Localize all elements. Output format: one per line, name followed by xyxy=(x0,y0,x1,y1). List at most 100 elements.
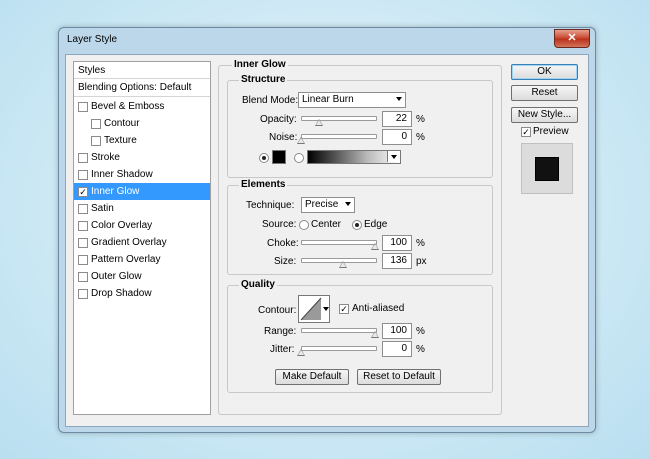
satin-checkbox[interactable] xyxy=(78,204,88,214)
choke-value: 100 xyxy=(390,237,407,248)
size-input[interactable]: 136 xyxy=(382,253,412,269)
style-item-stroke[interactable]: Stroke xyxy=(74,149,210,166)
chevron-down-icon xyxy=(345,202,351,206)
style-item-contour[interactable]: Contour xyxy=(74,115,210,132)
style-item-bevel-emboss[interactable]: Bevel & Emboss xyxy=(74,98,210,115)
chevron-down-icon xyxy=(323,307,329,311)
pattern-overlay-checkbox[interactable] xyxy=(78,255,88,265)
style-item-label: Drop Shadow xyxy=(91,288,152,299)
style-item-outer-glow[interactable]: Outer Glow xyxy=(74,268,210,285)
stroke-checkbox[interactable] xyxy=(78,153,88,163)
range-slider[interactable] xyxy=(301,328,377,333)
contour-label: Contour: xyxy=(258,305,297,316)
source-center-label: Center xyxy=(311,219,342,230)
gradient-overlay-checkbox[interactable] xyxy=(78,238,88,248)
choke-input[interactable]: 100 xyxy=(382,235,412,251)
reset-to-default-button[interactable]: Reset to Default xyxy=(357,369,441,385)
technique-label: Technique: xyxy=(246,200,295,211)
noise-slider[interactable] xyxy=(301,134,377,139)
style-item-label: Outer Glow xyxy=(91,271,142,282)
noise-value: 0 xyxy=(401,131,407,142)
elements-legend: Elements xyxy=(239,179,288,190)
jitter-value: 0 xyxy=(401,343,407,354)
opacity-input[interactable]: 22 xyxy=(382,111,412,127)
drop-shadow-checkbox[interactable] xyxy=(78,289,88,299)
opacity-unit: % xyxy=(416,114,425,125)
close-button[interactable]: ✕ xyxy=(554,29,590,48)
style-item-label: Bevel & Emboss xyxy=(91,101,165,112)
source-edge-radio[interactable] xyxy=(352,220,362,230)
range-input[interactable]: 100 xyxy=(382,323,412,339)
noise-input[interactable]: 0 xyxy=(382,129,412,145)
solid-color-radio[interactable] xyxy=(259,153,269,163)
source-center-radio[interactable] xyxy=(299,220,309,230)
style-preview-box xyxy=(521,143,573,194)
title-bar[interactable]: Layer Style ✕ xyxy=(59,28,595,54)
choke-slider-thumb[interactable] xyxy=(371,243,379,250)
jitter-unit: % xyxy=(416,344,425,355)
noise-slider-thumb[interactable] xyxy=(297,137,305,144)
preview-swatch xyxy=(535,157,559,181)
blending-options-item[interactable]: Blending Options: Default xyxy=(74,79,210,97)
style-item-label: Inner Shadow xyxy=(91,169,153,180)
noise-label: Noise: xyxy=(269,132,298,143)
gradient-dropdown-button[interactable] xyxy=(387,151,400,162)
style-item-label: Stroke xyxy=(91,152,120,163)
opacity-slider[interactable] xyxy=(301,116,377,121)
choke-slider[interactable] xyxy=(301,240,377,245)
inner-glow-checkbox[interactable]: ✓ xyxy=(78,187,88,197)
style-item-label: Pattern Overlay xyxy=(91,254,161,265)
style-item-color-overlay[interactable]: Color Overlay xyxy=(74,217,210,234)
anti-aliased-checkbox[interactable]: ✓ xyxy=(339,304,349,314)
inner-glow-title: Inner Glow xyxy=(232,59,288,70)
opacity-label: Opacity: xyxy=(260,114,297,125)
contour-checkbox[interactable] xyxy=(91,119,101,129)
technique-dropdown[interactable]: Precise xyxy=(301,197,355,213)
styles-list-header[interactable]: Styles xyxy=(74,62,210,79)
style-item-pattern-overlay[interactable]: Pattern Overlay xyxy=(74,251,210,268)
styles-header-label: Styles xyxy=(78,65,106,76)
blend-mode-dropdown[interactable]: Linear Burn xyxy=(298,92,406,108)
ok-button[interactable]: OK xyxy=(511,64,578,80)
jitter-slider[interactable] xyxy=(301,346,377,351)
make-default-button[interactable]: Make Default xyxy=(275,369,349,385)
linear-contour-icon xyxy=(300,297,322,321)
style-item-gradient-overlay[interactable]: Gradient Overlay xyxy=(74,234,210,251)
reset-button[interactable]: Reset xyxy=(511,85,578,101)
blending-options-label: Blending Options: Default xyxy=(78,82,192,93)
style-item-label: Gradient Overlay xyxy=(91,237,167,248)
chevron-down-icon xyxy=(391,155,397,159)
preview-checkbox[interactable]: ✓ xyxy=(521,127,531,137)
size-slider-thumb[interactable] xyxy=(339,261,347,268)
layer-style-dialog: Layer Style ✕ Styles Blending Options: D… xyxy=(58,27,596,433)
jitter-slider-thumb[interactable] xyxy=(297,349,305,356)
technique-value: Precise xyxy=(305,199,339,210)
gradient-radio[interactable] xyxy=(294,153,304,163)
blend-mode-value: Linear Burn xyxy=(302,94,354,105)
inner-shadow-checkbox[interactable] xyxy=(78,170,88,180)
outer-glow-checkbox[interactable] xyxy=(78,272,88,282)
chevron-down-icon xyxy=(396,97,402,101)
bevel-emboss-checkbox[interactable] xyxy=(78,102,88,112)
range-value: 100 xyxy=(390,325,407,336)
glow-color-swatch[interactable] xyxy=(272,150,286,164)
opacity-slider-thumb[interactable] xyxy=(315,119,323,126)
style-item-drop-shadow[interactable]: Drop Shadow xyxy=(74,285,210,302)
style-item-satin[interactable]: Satin xyxy=(74,200,210,217)
anti-aliased-label: Anti-aliased xyxy=(352,303,405,314)
source-edge-label: Edge xyxy=(364,219,388,230)
jitter-input[interactable]: 0 xyxy=(382,341,412,357)
source-label: Source: xyxy=(262,219,297,230)
style-item-label: Satin xyxy=(91,203,114,214)
style-item-texture[interactable]: Texture xyxy=(74,132,210,149)
blend-mode-label: Blend Mode: xyxy=(242,95,299,106)
contour-picker[interactable] xyxy=(298,295,330,323)
style-item-inner-shadow[interactable]: Inner Shadow xyxy=(74,166,210,183)
color-overlay-checkbox[interactable] xyxy=(78,221,88,231)
style-item-inner-glow[interactable]: ✓ Inner Glow xyxy=(74,183,210,200)
range-label: Range: xyxy=(264,326,297,337)
new-style-button[interactable]: New Style... xyxy=(511,107,578,123)
range-slider-thumb[interactable] xyxy=(371,331,379,338)
dialog-client-area: Styles Blending Options: Default Bevel &… xyxy=(65,54,589,427)
texture-checkbox[interactable] xyxy=(91,136,101,146)
